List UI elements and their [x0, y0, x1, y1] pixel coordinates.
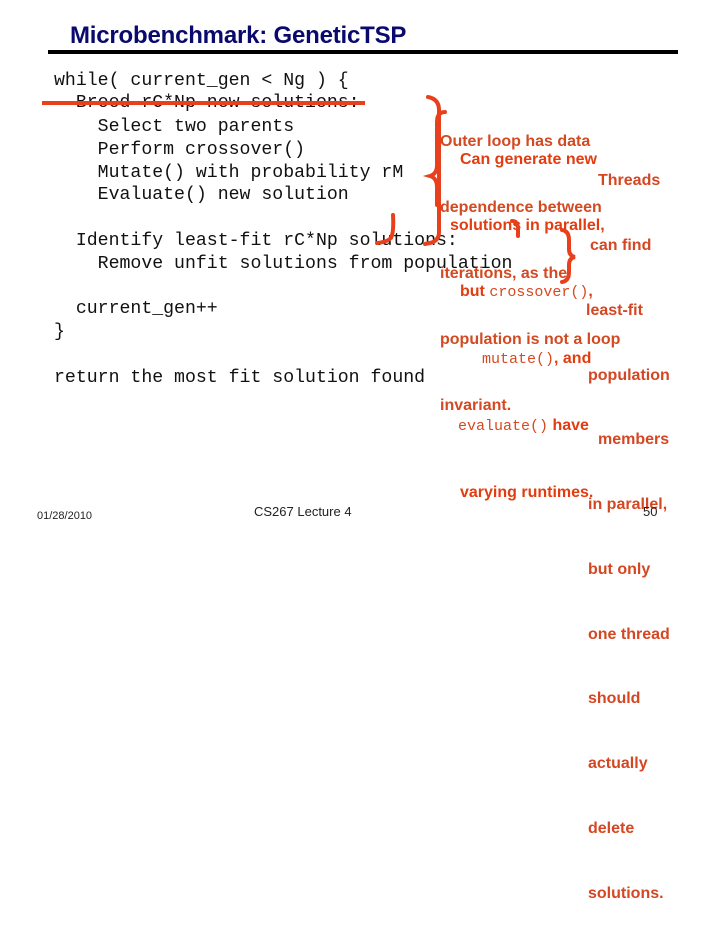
code-line-evaluate: Evaluate() new solution [54, 185, 349, 205]
annotation-thread-line: delete [588, 820, 635, 837]
annotation-gen-line: but crossover(), [440, 281, 605, 304]
annotation-threads: Threads can find least-fit population me… [586, 127, 670, 948]
strikethrough-line [42, 101, 365, 105]
annotation-gen-code: crossover() [489, 284, 589, 301]
annotation-thread-line: members [598, 431, 670, 449]
annotation-gen-text: , and [554, 350, 592, 367]
annotation-thread-line: can find [590, 236, 652, 254]
annotation-gen-line: solutions in parallel, [450, 217, 605, 234]
annotation-thread-line: one thread [588, 625, 670, 643]
code-line-while: while( current_gen < Ng ) { [54, 71, 349, 91]
outer-loop-brace [423, 95, 441, 246]
annotation-gen-text: but [460, 283, 490, 300]
slide-title: Microbenchmark: GeneticTSP [70, 22, 407, 49]
code-line-return: return the most fit solution found [54, 368, 426, 388]
annotation-gen-code: evaluate() [458, 418, 549, 435]
code-line-select: Select two parents [54, 117, 295, 137]
code-line-crossover: Perform crossover() [54, 140, 306, 160]
annotation-thread-line: actually [588, 755, 648, 773]
annotation-thread-line: population [588, 366, 670, 384]
annotation-gen-line: mutate(), and [440, 348, 605, 371]
annotation-gen-code: mutate() [482, 351, 555, 368]
annotation-gen-line: Can generate new [460, 151, 597, 168]
annotation-thread-line: least-fit [586, 301, 643, 319]
slide-number: 50 [643, 504, 658, 519]
code-line-close-brace: } [54, 322, 65, 342]
annotation-thread-line: solutions. [588, 884, 664, 902]
annotation-gen-line: evaluate() have [440, 415, 605, 438]
title-underline [48, 50, 678, 54]
code-line-mutate: Mutate() with probability rM [54, 163, 404, 183]
code-line-increment: current_gen++ [54, 299, 218, 319]
code-line-identify: Identify least-fit rC*Np solutions: [54, 231, 458, 251]
footer-date: 01/28/2010 [37, 510, 93, 522]
annotation-thread-line: in parallel, [588, 496, 668, 514]
annotation-generate: Can generate new solutions in parallel, … [440, 105, 605, 548]
footer-course: CS267 Lecture 4 [254, 504, 352, 519]
annotation-thread-line: but only [588, 560, 651, 578]
annotation-gen-text: have [548, 417, 589, 434]
annotation-thread-line: should [588, 690, 641, 708]
annotation-gen-line: varying runtimes. [460, 484, 594, 501]
annotation-thread-line: Threads [598, 172, 661, 190]
slide: Microbenchmark: GeneticTSP while( curren… [0, 0, 720, 902]
